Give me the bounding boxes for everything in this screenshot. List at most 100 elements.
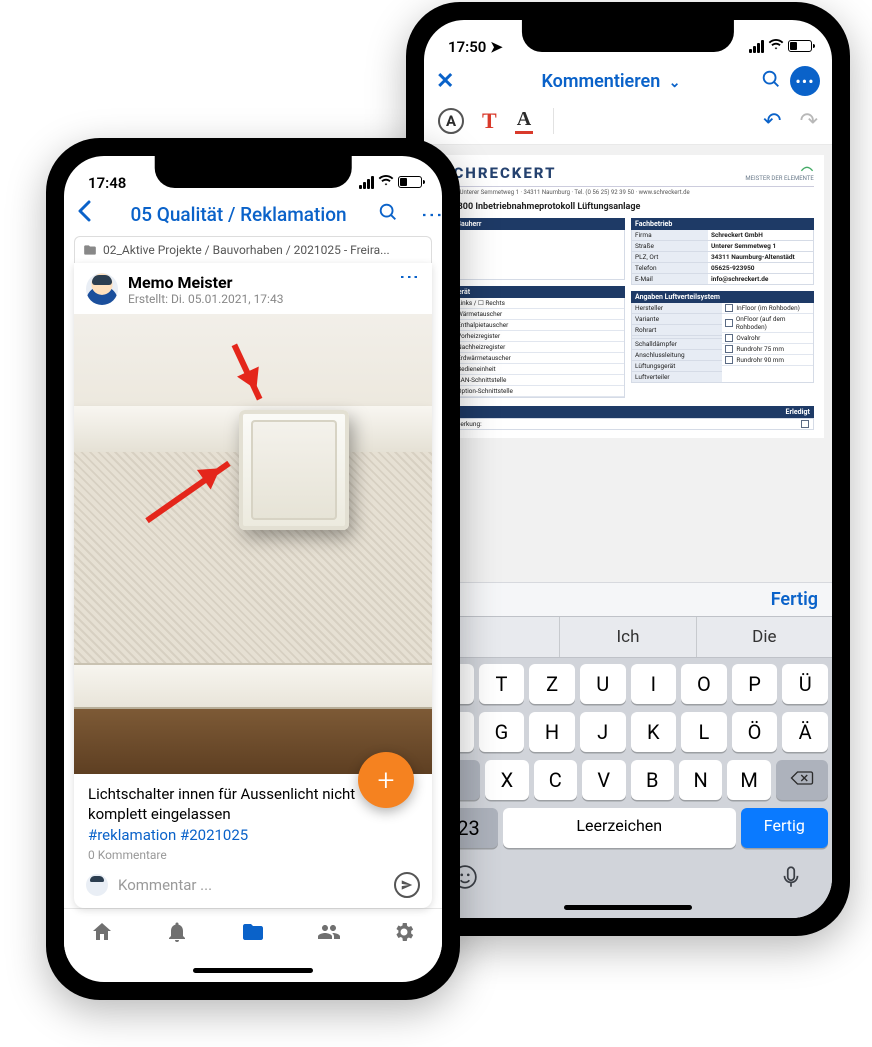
- key-B[interactable]: B: [631, 760, 674, 800]
- key-V[interactable]: V: [582, 760, 625, 800]
- key-O[interactable]: O: [681, 664, 727, 704]
- section-geraet-header: gsgerät: [442, 286, 625, 298]
- tab-folder[interactable]: [241, 920, 265, 948]
- comment-composer: Kommentar ...: [74, 868, 432, 908]
- section-bauherr-header: de/Bauherr: [442, 218, 625, 230]
- notch: [522, 20, 734, 52]
- key-M[interactable]: M: [727, 760, 770, 800]
- section-luft-header: Angaben Luftverteilsystem: [631, 291, 814, 303]
- pdf-page: SCHRECKERT MEISTER DER ELEMENTE mbH · Un…: [432, 155, 824, 438]
- tab-settings[interactable]: [392, 920, 416, 948]
- phone-right: 17:50 ➤ ✕ Kommentieren ⌄ ••• A T A: [406, 2, 850, 936]
- search-button[interactable]: [377, 201, 399, 228]
- keyboard-bottom-row: [424, 860, 832, 896]
- key-I[interactable]: I: [631, 664, 677, 704]
- key-K[interactable]: K: [631, 712, 677, 752]
- author-name: Memo Meister: [128, 273, 390, 292]
- notch: [155, 156, 352, 188]
- breadcrumb[interactable]: 02_Aktive Projekte / Bauvorhaben / 20210…: [74, 236, 432, 263]
- key-space[interactable]: Leerzeichen: [503, 808, 736, 848]
- author-avatar[interactable]: [86, 273, 118, 305]
- nav-bar: ✕ Kommentieren ⌄ •••: [424, 60, 832, 102]
- nav-title-label: Kommentieren: [541, 71, 660, 92]
- key-Ä[interactable]: Ä: [782, 712, 828, 752]
- keyboard-accessory: Fertig: [424, 582, 832, 616]
- header-title: 05 Qualität / Reklamation: [106, 203, 371, 226]
- undo-button[interactable]: ↶: [763, 109, 781, 134]
- tab-home[interactable]: [90, 920, 114, 948]
- post-created: Erstellt: Di. 05.01.2021, 17:43: [128, 292, 390, 306]
- back-button[interactable]: [68, 200, 100, 228]
- app-header: 05 Qualität / Reklamation ⋮: [64, 196, 442, 236]
- dictation-button[interactable]: [778, 864, 804, 894]
- company-logo: SCHRECKERT: [442, 164, 556, 182]
- post-photo[interactable]: [74, 314, 432, 774]
- nav-title[interactable]: Kommentieren ⌄: [470, 71, 752, 92]
- home-indicator[interactable]: [64, 958, 442, 982]
- tab-notifications[interactable]: [165, 920, 189, 948]
- document-viewport[interactable]: SCHRECKERT MEISTER DER ELEMENTE mbH · Un…: [424, 145, 832, 582]
- comment-count[interactable]: 0 Kommentare: [74, 848, 432, 868]
- redo-button: ↷: [800, 109, 818, 134]
- keyboard-done-button[interactable]: Fertig: [771, 589, 818, 610]
- tool-text[interactable]: T: [482, 108, 497, 134]
- cell-signal-icon: [359, 176, 374, 189]
- photo-subject-switch: [239, 410, 349, 530]
- self-avatar: [86, 874, 108, 896]
- company-address: mbH · Unterer Semmetweg 1 · 34311 Naumbu…: [442, 186, 814, 196]
- key-P[interactable]: P: [732, 664, 778, 704]
- key-delete[interactable]: [776, 760, 828, 800]
- battery-icon: [788, 40, 812, 52]
- post-menu-button[interactable]: ⋮: [406, 267, 414, 287]
- key-U[interactable]: U: [580, 664, 626, 704]
- wifi-icon: [378, 172, 394, 192]
- home-indicator[interactable]: [424, 896, 832, 918]
- post-card: Memo Meister Erstellt: Di. 05.01.2021, 1…: [74, 263, 432, 908]
- screen-right: 17:50 ➤ ✕ Kommentieren ⌄ ••• A T A: [424, 20, 832, 918]
- key-Ö[interactable]: Ö: [732, 712, 778, 752]
- key-Ü[interactable]: Ü: [782, 664, 828, 704]
- keyboard-suggestions: Ich Die: [424, 616, 832, 658]
- section-fach-header: Fachbetrieb: [631, 218, 814, 230]
- tool-underline-color[interactable]: A: [515, 108, 533, 134]
- battery-icon: [398, 176, 422, 188]
- toolbar-divider: [553, 108, 743, 134]
- comment-input[interactable]: Kommentar ...: [118, 876, 384, 894]
- key-N[interactable]: N: [679, 760, 722, 800]
- bottom-tab-bar: [64, 908, 442, 958]
- key-enter[interactable]: Fertig: [741, 808, 828, 848]
- post-tags[interactable]: #reklamation #2021025: [74, 826, 432, 848]
- close-button[interactable]: ✕: [436, 69, 462, 94]
- tab-people[interactable]: [317, 920, 341, 948]
- keyboard: Fertig Ich Die RTZUIOPÜ FGHJKLÖÄ XCVBNM …: [424, 582, 832, 918]
- key-X[interactable]: X: [485, 760, 528, 800]
- status-time: 17:48: [88, 174, 126, 192]
- screen-left: 17:48 05 Qualität / Reklamation ⋮: [64, 156, 442, 982]
- header-actions: ⋮: [377, 201, 434, 228]
- fab-add-button[interactable]: +: [358, 752, 414, 808]
- cell-signal-icon: [749, 40, 764, 53]
- document-title: 058800 Inbetriebnahmeprotokoll Lüftungsa…: [442, 202, 814, 212]
- status-time: 17:50 ➤: [448, 38, 503, 56]
- bemerkung-row: Bemerkung:: [442, 418, 814, 430]
- key-C[interactable]: C: [534, 760, 577, 800]
- key-H[interactable]: H: [529, 712, 575, 752]
- send-comment-button[interactable]: [394, 872, 420, 898]
- breadcrumb-text: 02_Aktive Projekte / Bauvorhaben / 20210…: [103, 243, 390, 257]
- key-G[interactable]: G: [479, 712, 525, 752]
- tool-stamp[interactable]: A: [438, 108, 464, 134]
- suggestion-3[interactable]: Die: [696, 617, 832, 657]
- overflow-menu-button[interactable]: ⋮: [410, 204, 437, 225]
- phone-left: 17:48 05 Qualität / Reklamation ⋮: [46, 138, 460, 1000]
- key-Z[interactable]: Z: [529, 664, 575, 704]
- search-button[interactable]: [760, 68, 782, 94]
- key-J[interactable]: J: [580, 712, 626, 752]
- chevron-down-icon: ⌄: [669, 75, 681, 91]
- section-erledigt: ertErledigt: [442, 406, 814, 418]
- post-header: Memo Meister Erstellt: Di. 05.01.2021, 1…: [74, 263, 432, 314]
- key-L[interactable]: L: [681, 712, 727, 752]
- suggestion-2[interactable]: Ich: [559, 617, 695, 657]
- key-T[interactable]: T: [479, 664, 525, 704]
- more-button[interactable]: •••: [790, 66, 820, 96]
- annotation-toolbar: A T A ↶ ↷: [424, 102, 832, 145]
